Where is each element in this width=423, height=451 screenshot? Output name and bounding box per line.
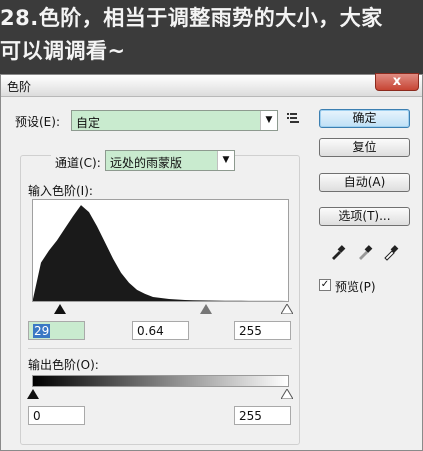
options-button[interactable]: 选项(T)... <box>319 207 410 226</box>
list-options-icon[interactable] <box>287 113 299 123</box>
histogram <box>32 199 289 302</box>
caption-line-2: 可以调调看~ <box>0 39 126 63</box>
input-white-field[interactable]: 255 <box>234 321 291 340</box>
input-black-value: 29 <box>33 324 51 338</box>
reset-button[interactable]: 复位 <box>319 138 410 157</box>
dialog-titlebar: 色阶 x <box>1 73 422 97</box>
eyedropper-gray-icon[interactable] <box>356 243 374 261</box>
preset-label: 预设(E): <box>15 115 60 129</box>
output-white-slider[interactable] <box>281 389 293 399</box>
output-black-field[interactable]: 0 <box>28 406 85 425</box>
output-gradient-bar <box>32 375 289 387</box>
tutorial-caption: 28.色阶，相当于调整雨势的大小，大家 可以调调看~ <box>0 0 423 74</box>
close-button[interactable]: x <box>375 73 419 91</box>
levels-dialog: 色阶 x 预设(E): 自定 ▼ 确定 复位 自动(A) 选项(T)... ✓ … <box>0 73 423 451</box>
chevron-down-icon: ▼ <box>260 111 277 130</box>
preview-label: 预览(P) <box>335 280 376 294</box>
output-black-slider[interactable] <box>27 389 39 399</box>
input-gamma-slider[interactable] <box>200 304 212 314</box>
checkmark-icon: ✓ <box>320 279 330 290</box>
input-levels-label: 输入色阶(I): <box>28 184 93 198</box>
histogram-plot <box>33 205 288 301</box>
eyedropper-black-icon[interactable] <box>329 243 347 261</box>
separator <box>28 348 292 349</box>
output-white-field[interactable]: 255 <box>234 406 291 425</box>
input-white-slider[interactable] <box>281 304 293 314</box>
caption-line-1: 28.色阶，相当于调整雨势的大小，大家 <box>0 6 383 30</box>
output-levels-label: 输出色阶(O): <box>28 358 99 372</box>
preset-select[interactable]: 自定 ▼ <box>71 110 278 131</box>
channel-label: 通道(C): <box>51 154 105 171</box>
preset-value: 自定 <box>76 116 101 130</box>
input-black-field[interactable]: 29 <box>28 321 85 340</box>
ok-button[interactable]: 确定 <box>319 109 410 128</box>
eyedropper-white-icon[interactable] <box>382 243 400 261</box>
input-black-slider[interactable] <box>54 304 66 314</box>
auto-button[interactable]: 自动(A) <box>319 173 410 192</box>
histogram-area <box>33 205 288 301</box>
channel-select[interactable]: 远处的雨蒙版 ▼ <box>105 150 235 171</box>
input-gamma-field[interactable]: 0.64 <box>132 321 189 340</box>
chevron-down-icon: ▼ <box>217 151 234 170</box>
preview-checkbox[interactable]: ✓ <box>319 279 331 291</box>
dialog-title: 色阶 <box>7 80 32 94</box>
channel-value: 远处的雨蒙版 <box>110 156 183 170</box>
